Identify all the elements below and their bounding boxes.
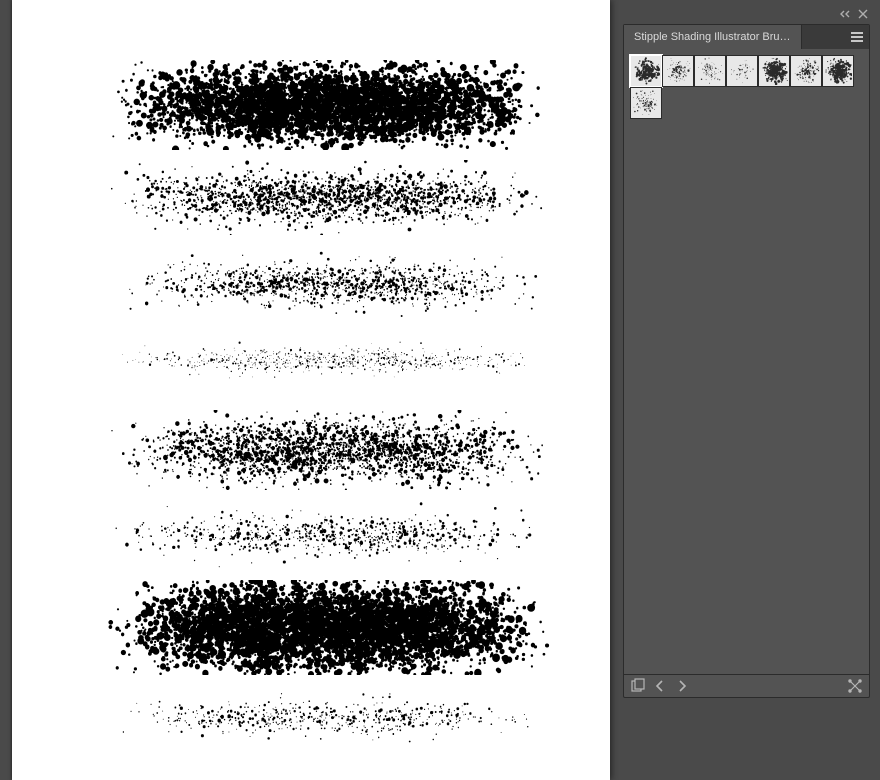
canvas-area[interactable]	[0, 0, 615, 780]
symbol-libraries-menu-icon[interactable]	[630, 678, 646, 694]
symbol-swatch[interactable]	[726, 55, 758, 87]
panel-topbar	[623, 6, 870, 24]
panel-menu-button[interactable]	[845, 25, 869, 49]
symbol-swatch[interactable]	[630, 55, 662, 87]
symbol-grid	[624, 49, 869, 125]
panel-column: Stipple Shading Illustrator Bru…	[615, 0, 880, 780]
panel-body	[624, 49, 869, 674]
symbol-swatch[interactable]	[758, 55, 790, 87]
symbol-swatch[interactable]	[790, 55, 822, 87]
prev-set-icon[interactable]	[652, 678, 668, 694]
hamburger-icon	[851, 32, 863, 42]
brush-stroke[interactable]	[102, 160, 552, 235]
brush-stroke[interactable]	[102, 340, 552, 380]
next-set-icon[interactable]	[674, 678, 690, 694]
symbol-swatch[interactable]	[694, 55, 726, 87]
symbols-panel: Stipple Shading Illustrator Bru…	[623, 24, 870, 698]
panel-footer	[624, 674, 869, 697]
symbol-swatch[interactable]	[822, 55, 854, 87]
close-panel-icon[interactable]	[858, 9, 868, 19]
symbol-swatch[interactable]	[630, 87, 662, 119]
panel-tab[interactable]: Stipple Shading Illustrator Bru…	[624, 25, 802, 49]
collapse-panel-icon[interactable]	[840, 9, 850, 19]
brush-stroke[interactable]	[102, 410, 552, 490]
panel-header: Stipple Shading Illustrator Bru…	[624, 25, 869, 49]
brush-stroke[interactable]	[102, 250, 552, 320]
brush-stroke[interactable]	[102, 580, 552, 675]
symbol-swatch[interactable]	[662, 55, 694, 87]
artboard[interactable]	[12, 0, 610, 780]
brush-stroke[interactable]	[102, 500, 552, 570]
brush-stroke[interactable]	[102, 60, 552, 150]
brush-stroke[interactable]	[102, 690, 552, 745]
app-root: Stipple Shading Illustrator Bru…	[0, 0, 880, 780]
break-link-icon[interactable]	[847, 678, 863, 694]
